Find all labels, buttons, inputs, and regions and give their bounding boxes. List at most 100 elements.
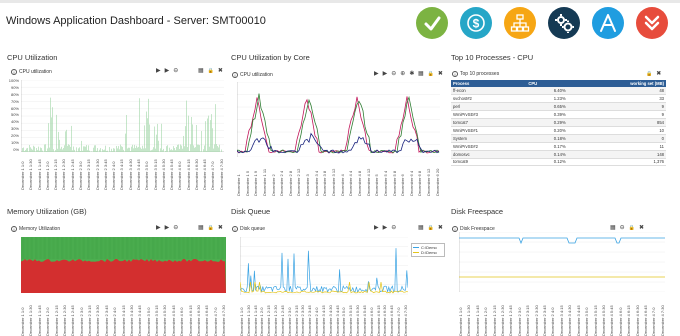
info-icon[interactable]: i (452, 71, 458, 77)
zoom-out-icon[interactable]: ⊖ (620, 225, 625, 231)
dollar-circle-button[interactable]: $ (460, 7, 492, 39)
freespace-panel-title: Disk Freespace (451, 207, 504, 216)
x-tick-label: December 4 7:0 (212, 307, 218, 336)
lock-icon[interactable]: 🔒 (208, 68, 214, 74)
x-tick-label: December 6 4 (408, 170, 414, 196)
table-row[interactable]: System 0.18% 0 (451, 134, 666, 143)
gear-icon[interactable]: ✱ (409, 71, 414, 77)
x-tick-label: December 3 5:15 (348, 305, 354, 336)
x-tick-label: December 4 4 (348, 170, 354, 196)
cpu-bar (182, 148, 183, 152)
cpu-bar (215, 104, 216, 152)
table-icon[interactable]: ▦ (610, 225, 616, 231)
table-row[interactable]: WmiPrvSE#1 0.20% 10 (451, 126, 666, 135)
info-icon[interactable]: i (232, 226, 238, 232)
table-header[interactable]: working set (MB) (567, 80, 666, 87)
play-icon[interactable]: ▶ (156, 68, 161, 74)
forward-icon[interactable]: ▶ (165, 225, 170, 231)
hierarchy-circle-button[interactable] (504, 7, 536, 39)
lock-icon[interactable]: 🔒 (646, 71, 652, 77)
core-toolbar: ▶ ▶ ⊖ ⊕ ✱ (374, 71, 414, 77)
memory-toolbar-right: ▦ 🔒 ✖ (198, 225, 223, 231)
lock-icon[interactable]: 🔒 (208, 225, 214, 231)
zoom-in-icon[interactable]: ⊕ (400, 71, 405, 77)
forward-icon[interactable]: ▶ (383, 71, 388, 77)
cpu-bar (38, 146, 39, 152)
table-icon[interactable]: ▦ (418, 71, 424, 77)
cpu-bar (34, 146, 35, 152)
cpu-bar (23, 147, 24, 152)
cpu-bar (122, 146, 123, 152)
table-header[interactable]: CPU (526, 80, 568, 87)
cpu-bar (174, 148, 175, 152)
appstore-circle-button[interactable] (592, 7, 624, 39)
x-tick-label: December 2 4:0 (112, 307, 118, 336)
lock-icon[interactable]: 🔒 (428, 225, 434, 231)
play-icon[interactable]: ▶ (374, 71, 379, 77)
table-cell: 11 (567, 142, 666, 151)
table-icon[interactable]: ▦ (418, 225, 424, 231)
cpu-bar (134, 144, 135, 152)
close-icon[interactable]: ✖ (438, 225, 443, 231)
table-row[interactable]: tomcat9 0.12% 1,376 (451, 158, 666, 167)
check-circle-button[interactable] (416, 7, 448, 39)
close-icon[interactable]: ✖ (218, 225, 223, 231)
info-icon[interactable]: i (11, 226, 17, 232)
lock-icon[interactable]: 🔒 (428, 71, 434, 77)
cpu-bar (161, 123, 162, 152)
cpu-widget-label: CPU utilization (19, 69, 52, 75)
lock-icon[interactable]: 🔒 (629, 225, 635, 231)
close-icon[interactable]: ✖ (639, 225, 644, 231)
x-tick-label: December 2 3:45 (307, 305, 313, 336)
cpu-bar (138, 146, 139, 152)
cpu-bar (170, 149, 171, 152)
close-icon[interactable]: ✖ (438, 71, 443, 77)
x-tick-label: December 3 4:30 (128, 305, 134, 336)
forward-icon[interactable]: ▶ (383, 225, 388, 231)
table-row[interactable]: svchost#2 1.23% 33 (451, 94, 666, 104)
table-row[interactable]: perl 0.65% 9 (451, 102, 666, 112)
zoom-out-icon[interactable]: ⊖ (391, 225, 396, 231)
zoom-out-icon[interactable]: ⊖ (391, 71, 396, 77)
close-icon[interactable]: ✖ (218, 68, 223, 74)
info-icon[interactable]: i (11, 69, 17, 75)
table-row[interactable]: ff-econ 6.40% 48 (451, 87, 666, 96)
memory-panel-title: Memory Utilization (GB) (7, 207, 87, 216)
table-row[interactable]: WmiPrvSE#2 0.17% 11 (451, 142, 666, 151)
info-icon[interactable]: i (452, 226, 458, 232)
table-header[interactable]: Process (451, 80, 527, 87)
table-icon[interactable]: ▦ (198, 225, 204, 231)
close-icon[interactable]: ✖ (656, 71, 661, 77)
x-tick-label: December 4 5:45 (169, 159, 175, 190)
table-row[interactable]: tomcat7 0.29% 854 (451, 118, 666, 127)
disk-chart (240, 237, 408, 295)
cpu-bar (186, 100, 187, 152)
gears-circle-button[interactable] (548, 7, 580, 39)
zoom-out-icon[interactable]: ⊖ (173, 225, 178, 231)
x-tick-label: December 6 20 (434, 168, 440, 196)
chevron-down-circle-button[interactable] (636, 7, 668, 39)
forward-icon[interactable]: ▶ (165, 68, 170, 74)
zoom-out-icon[interactable]: ⊖ (173, 68, 178, 74)
x-tick-label: December 3 5:15 (152, 159, 158, 190)
x-tick-label: December 1 2:30 (273, 305, 279, 336)
cpu-bar (137, 147, 138, 152)
y-tick-label: 90% (10, 84, 19, 90)
table-row[interactable]: WmiPrvSE#3 0.39% 9 (451, 110, 666, 120)
play-icon[interactable]: ▶ (156, 225, 161, 231)
table-icon[interactable]: ▦ (198, 68, 204, 74)
disk-widget-label: Disk queue (240, 226, 266, 232)
table-cell: 0.65% (526, 102, 568, 112)
table-cell: 10 (567, 126, 666, 135)
table-cell: 148 (567, 150, 666, 159)
x-tick-label: December 3 4 (313, 170, 319, 196)
info-icon[interactable]: i (232, 72, 238, 78)
disk-widget-title: i Disk queue (232, 226, 265, 232)
play-icon[interactable]: ▶ (374, 225, 379, 231)
legend-swatch (413, 251, 419, 254)
table-row[interactable]: domosvc 0.14% 148 (451, 150, 666, 159)
cpu-bar (205, 121, 206, 152)
core-x-axis: December 1 December 1 5 December 1 9 Decemb… (237, 158, 440, 196)
legend-item[interactable]: D:\Demo (413, 250, 443, 255)
x-tick-label: December 6 12 (426, 168, 432, 196)
